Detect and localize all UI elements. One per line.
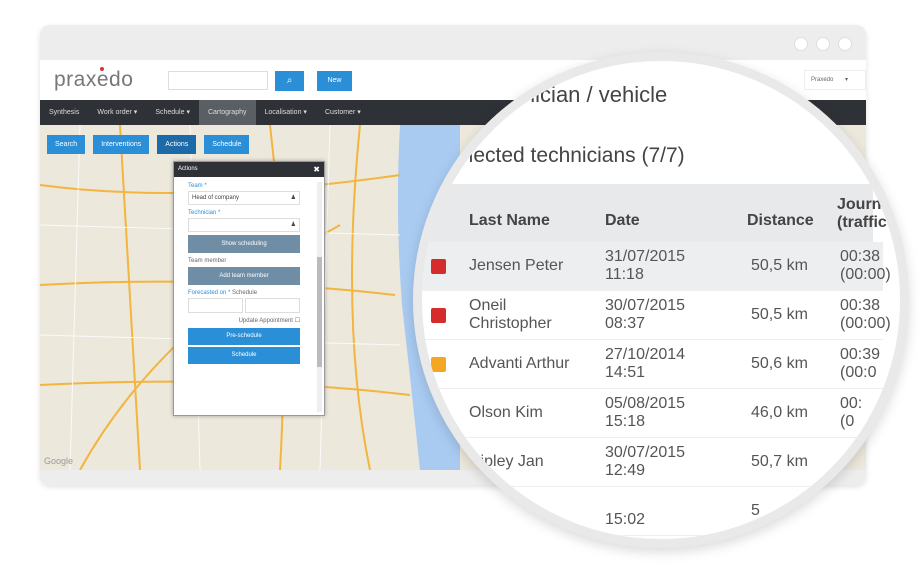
search-button[interactable]: ⌕ bbox=[275, 71, 304, 91]
table-row[interactable]: Olson Kim 05/08/2015 15:18 46,0 km 00: (0 bbox=[422, 389, 883, 438]
technician-name: Olson Kim bbox=[469, 404, 543, 421]
table-header: Last Name Date Distance Journey (traffic bbox=[422, 184, 899, 242]
schedule-label: Schedule bbox=[232, 290, 258, 296]
table-row[interactable]: Advanti Arthur 27/10/2014 14:51 50,6 km 0… bbox=[422, 340, 883, 389]
technician-name: Frank bbox=[469, 502, 510, 519]
status-color-square bbox=[431, 357, 446, 372]
pre-schedule-button[interactable]: Pre-schedule bbox=[188, 328, 300, 345]
panel-title: Actions bbox=[178, 166, 198, 172]
row-distance: 50,5 km bbox=[751, 306, 808, 323]
technician-name: Oneil Christopher bbox=[469, 297, 552, 332]
status-color-square bbox=[431, 504, 446, 519]
row-date: 15:02 bbox=[605, 511, 646, 528]
forecasted-label: Forecasted on * bbox=[188, 290, 231, 296]
person-icon: ♟ bbox=[290, 222, 296, 228]
row-date: 27/10/2014 14:51 bbox=[605, 346, 686, 381]
actions-panel: Actions ✖ Team * Head of company ♟ Technic… bbox=[173, 161, 325, 416]
window-controls bbox=[794, 37, 852, 51]
window-dot[interactable] bbox=[794, 37, 808, 51]
nav-customer[interactable]: Customer ▾ bbox=[316, 100, 370, 125]
interventions-button[interactable]: Interventions bbox=[93, 135, 150, 154]
show-scheduling-button[interactable]: Show scheduling bbox=[188, 235, 300, 253]
technician-label: Technician * bbox=[188, 210, 221, 216]
table-row[interactable]: Frank 15:02 5 bbox=[422, 487, 883, 536]
add-team-member-button[interactable]: Add team member bbox=[188, 267, 300, 285]
technician-name: Advanti Arthur bbox=[469, 355, 570, 372]
new-button[interactable]: New bbox=[317, 71, 352, 91]
status-color-square bbox=[431, 406, 446, 421]
nav-work-order[interactable]: Work order ▾ bbox=[88, 100, 146, 125]
row-journey: 00:39 (00:0 bbox=[840, 346, 881, 381]
technician-name: Jensen Peter bbox=[469, 257, 564, 274]
magnified-title: a technician / vehicle bbox=[463, 82, 668, 107]
status-color-square bbox=[431, 308, 446, 323]
team-field[interactable]: Head of company ♟ bbox=[188, 191, 300, 205]
status-color-square bbox=[431, 455, 446, 470]
schedule-time-input[interactable] bbox=[245, 298, 300, 313]
technician-field[interactable]: ♟ bbox=[188, 218, 300, 232]
magnifier-lens: a technician / vehicle Selected technici… bbox=[413, 52, 909, 548]
schedule-map-button[interactable]: Schedule bbox=[204, 135, 250, 154]
forecast-date-input[interactable] bbox=[188, 298, 243, 313]
row-distance: 46,0 km bbox=[751, 404, 808, 421]
nav-cartography[interactable]: Cartography bbox=[198, 100, 256, 125]
forecast-label-row: Forecasted on * Schedule bbox=[188, 290, 300, 296]
search-input[interactable] bbox=[168, 71, 268, 90]
logo-dot bbox=[100, 67, 104, 71]
row-distance: 50,7 km bbox=[751, 453, 808, 470]
panel-scrollbar[interactable] bbox=[317, 182, 322, 412]
team-label: Team * bbox=[188, 183, 207, 189]
logo: praxedo bbox=[54, 68, 134, 91]
col-last-name[interactable]: Last Name bbox=[469, 212, 550, 230]
row-journey: 00:38 (00:00) bbox=[840, 297, 891, 332]
row-distance: 50,6 km bbox=[751, 355, 808, 372]
technician-name: Ripley Jan bbox=[469, 453, 544, 470]
search-map-button[interactable]: Search bbox=[47, 135, 86, 154]
table-row[interactable]: Oneil Christopher 30/07/2015 08:37 50,5 km… bbox=[422, 291, 891, 340]
window-dot[interactable] bbox=[838, 37, 852, 51]
nav-localisation[interactable]: Localisation ▾ bbox=[256, 100, 316, 125]
col-journey[interactable]: Journey (traffic bbox=[837, 196, 899, 232]
search-icon: ⌕ bbox=[286, 75, 293, 86]
selected-technicians-heading: Selected technicians (7/7) bbox=[443, 144, 685, 167]
people-icon: ♟ bbox=[290, 195, 296, 201]
team-value: Head of company bbox=[192, 195, 240, 201]
team-member-label: Team member bbox=[188, 258, 227, 264]
row-date: 31/07/2015 11:18 bbox=[605, 248, 686, 283]
update-appointment-checkbox[interactable]: Update Appointment ☐ bbox=[188, 317, 300, 324]
panel-title-bar: Actions ✖ bbox=[174, 162, 324, 177]
map-attribution: Google bbox=[44, 456, 74, 466]
row-date: 30/07/2015 08:37 bbox=[605, 297, 686, 332]
nav-synthesis[interactable]: Synthesis bbox=[40, 100, 88, 125]
col-date[interactable]: Date bbox=[605, 212, 640, 230]
row-distance: 5 bbox=[751, 502, 760, 519]
row-journey: 00: (0 bbox=[840, 395, 863, 430]
row-distance: 50,5 km bbox=[751, 257, 808, 274]
map-toolbar: Search Interventions Actions Schedule bbox=[47, 135, 250, 154]
row-date: 05/08/2015 15:18 bbox=[605, 395, 686, 430]
actions-button[interactable]: Actions bbox=[157, 135, 197, 154]
window-dot[interactable] bbox=[816, 37, 830, 51]
schedule-button[interactable]: Schedule bbox=[188, 347, 300, 364]
nav-schedule[interactable]: Schedule ▾ bbox=[146, 100, 199, 125]
table-row[interactable]: Jensen Peter 31/07/2015 11:18 50,5 km 00:… bbox=[422, 242, 891, 291]
status-color-square bbox=[431, 259, 446, 274]
col-distance[interactable]: Distance bbox=[747, 212, 814, 230]
table-row[interactable]: Ripley Jan 30/07/2015 12:49 50,7 km bbox=[422, 438, 883, 487]
row-date: 30/07/2015 12:49 bbox=[605, 444, 686, 479]
row-journey: 00:38 (00:00) bbox=[840, 248, 891, 283]
close-icon[interactable]: ✖ bbox=[313, 162, 320, 177]
